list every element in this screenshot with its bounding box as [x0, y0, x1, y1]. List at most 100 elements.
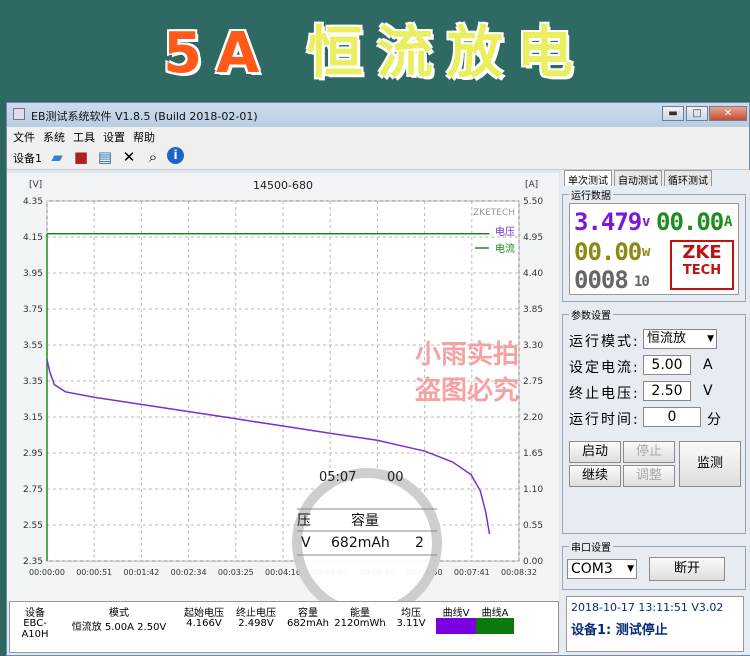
run-data-group: 运行数据 3.479 v 00.00 A 00.00 w 0008 10 ZKE… — [562, 187, 746, 302]
voltage-input[interactable]: 2.50 — [643, 381, 691, 401]
table-cell: 682mAh — [286, 618, 329, 629]
y-left-axis-label: [V] — [29, 180, 42, 190]
y-right-tick-label: 0.00 — [523, 557, 543, 567]
power-display: 00.00 — [574, 238, 642, 266]
y-left-tick-label: 2.75 — [23, 485, 43, 495]
continue-button[interactable]: 继续 — [569, 465, 621, 487]
stamp-line-2: 盗图必究 — [415, 375, 519, 406]
banner: 5A 恒流放电 — [0, 0, 750, 100]
close-button[interactable]: ✕ — [709, 106, 747, 121]
table-cell: 4.166V — [186, 618, 222, 629]
table-cell — [436, 618, 476, 634]
status-box: 2018-10-17 13:11:51 V3.02 设备1: 测试停止 — [566, 596, 744, 652]
current-unit: A — [724, 214, 733, 230]
x-tick-label: 00:08:32 — [501, 568, 537, 577]
current-input[interactable]: 5.00 — [643, 355, 691, 375]
chevron-down-icon: ▼ — [707, 334, 714, 344]
overlay-header-2: 容量 — [351, 512, 379, 529]
mode-select[interactable]: 恒流放 ▼ — [643, 329, 717, 349]
start-button[interactable]: 启动 — [569, 441, 621, 463]
port-value: COM3 — [571, 561, 613, 577]
status-message: 设备1: 测试停止 — [571, 623, 668, 638]
maximize-button[interactable]: □ — [686, 106, 708, 121]
y-left-tick-label: 3.55 — [23, 341, 43, 351]
run-data-label: 运行数据 — [569, 187, 613, 202]
menu-settings[interactable]: 设置 — [103, 129, 125, 145]
y-left-tick-label: 4.15 — [23, 233, 43, 243]
table-cell — [476, 618, 514, 634]
y-left-tick-label: 3.35 — [23, 377, 43, 387]
overlay-time: 05:07 — [319, 470, 356, 485]
current-unit-label: A — [703, 357, 715, 373]
app-window: EB测试系统软件 V1.8.5 (Build 2018-02-01) ▬ □ ✕… — [6, 102, 750, 656]
chart-svg: 4.35 5.50 4.15 4.95 3.95 4.40 3.75 3.85 3.55 3.30… — [23, 179, 543, 618]
voltage-unit-label: V — [703, 383, 715, 399]
info-icon[interactable]: i — [167, 147, 184, 164]
banner-title-left: 5A — [163, 21, 307, 86]
table-header-cell: 均压 — [401, 608, 421, 619]
status-timestamp: 2018-10-17 13:11:51 V3.02 — [571, 601, 724, 614]
adjust-button[interactable]: 调整 — [623, 465, 675, 487]
open-folder-icon[interactable]: ▰ — [47, 147, 67, 167]
x-tick-label: 00:00:00 — [29, 568, 65, 577]
mode-label: 运行模式: — [569, 334, 640, 350]
toolbar: 设备1 ▰ ■ ▤ ✕ ⌕ i — [7, 144, 749, 170]
table-cell: 恒流放 5.00A 2.50V — [71, 622, 167, 633]
stop-button[interactable]: 停止 — [623, 441, 675, 463]
title-bar: EB测试系统软件 V1.8.5 (Build 2018-02-01) ▬ □ ✕ — [7, 103, 749, 127]
tab-single-test[interactable]: 单次测试 — [564, 170, 612, 187]
y-left-tick-label: 3.75 — [23, 305, 43, 315]
app-icon — [13, 108, 25, 120]
x-tick-label: 00:01:42 — [123, 568, 159, 577]
menu-tools[interactable]: 工具 — [73, 129, 95, 145]
y-right-tick-label: 0.55 — [523, 521, 543, 531]
x-tick-label: 00:02:34 — [171, 568, 207, 577]
y-right-tick-label: 2.75 — [523, 377, 543, 387]
results-table: 设备 模式 起始电压 终止电压 容量 能量 均压 曲线V 曲线A EBC-A10H 恒流放 5.0… — [9, 601, 559, 653]
power-unit: w — [642, 244, 651, 260]
table-header-cell: 容量 — [298, 608, 318, 619]
chart-watermark: ZKETECH — [473, 208, 515, 218]
tools-icon[interactable]: ✕ — [119, 147, 139, 167]
menu-bar: 文件 系统 工具 设置 帮助 — [7, 127, 749, 144]
save-icon[interactable]: ■ — [71, 147, 91, 167]
table-header-cell: 设备 — [25, 608, 45, 619]
table-header-cell: 能量 — [350, 608, 370, 619]
tab-loop-test[interactable]: 循环测试 — [664, 170, 712, 187]
overlay-value-3: 2 — [415, 535, 424, 551]
menu-help[interactable]: 帮助 — [133, 129, 155, 145]
current-label: 设定电流: — [569, 360, 640, 376]
chart-area: 4.35 5.50 4.15 4.95 3.95 4.40 3.75 3.85 3.55 3.30… — [7, 173, 559, 618]
banner-title: 5A 恒流放电 — [0, 8, 750, 89]
y-right-tick-label: 3.85 — [523, 305, 543, 315]
device-label[interactable]: 设备1 — [13, 150, 42, 166]
params-group: 参数设置 运行模式: 恒流放 ▼ 设定电流: 5.00 A 终止电压: 2.50… — [562, 307, 746, 534]
minimize-button[interactable]: ▬ — [662, 106, 684, 121]
mode-value: 恒流放 — [647, 331, 687, 346]
port-select[interactable]: COM3 ▼ — [567, 559, 637, 579]
y-right-tick-label: 4.95 — [523, 233, 543, 243]
table-header-cell: 终止电压 — [236, 608, 276, 619]
lcd-display: 3.479 v 00.00 A 00.00 w 0008 10 ZKE TECH — [569, 203, 739, 295]
y-right-tick-label: 1.65 — [523, 449, 543, 459]
menu-file[interactable]: 文件 — [13, 129, 35, 145]
runtime-input[interactable]: 0 — [643, 407, 701, 427]
monitor-button[interactable]: 监测 — [679, 441, 741, 487]
params-label: 参数设置 — [569, 307, 613, 322]
y-right-axis-label: [A] — [525, 180, 538, 190]
table-cell: EBC-A10H — [21, 618, 49, 640]
disconnect-button[interactable]: 断开 — [649, 557, 725, 581]
chart-icon[interactable]: ▤ — [95, 147, 115, 167]
window-title: EB测试系统软件 V1.8.5 (Build 2018-02-01) — [31, 110, 258, 123]
tab-auto-test[interactable]: 自动测试 — [614, 170, 662, 187]
y-left-tick-label: 3.15 — [23, 413, 43, 423]
table-header-cell: 曲线A — [481, 608, 509, 619]
zketech-logo: ZKE TECH — [670, 240, 734, 290]
voltage-display: 3.479 — [574, 208, 642, 236]
menu-system[interactable]: 系统 — [43, 129, 65, 145]
logo-text-2: TECH — [682, 263, 722, 278]
x-tick-label: 00:04:16 — [265, 568, 301, 577]
search-icon[interactable]: ⌕ — [143, 147, 163, 167]
x-tick-label: 00:03:25 — [218, 568, 254, 577]
table-cell: 2.498V — [238, 618, 274, 629]
